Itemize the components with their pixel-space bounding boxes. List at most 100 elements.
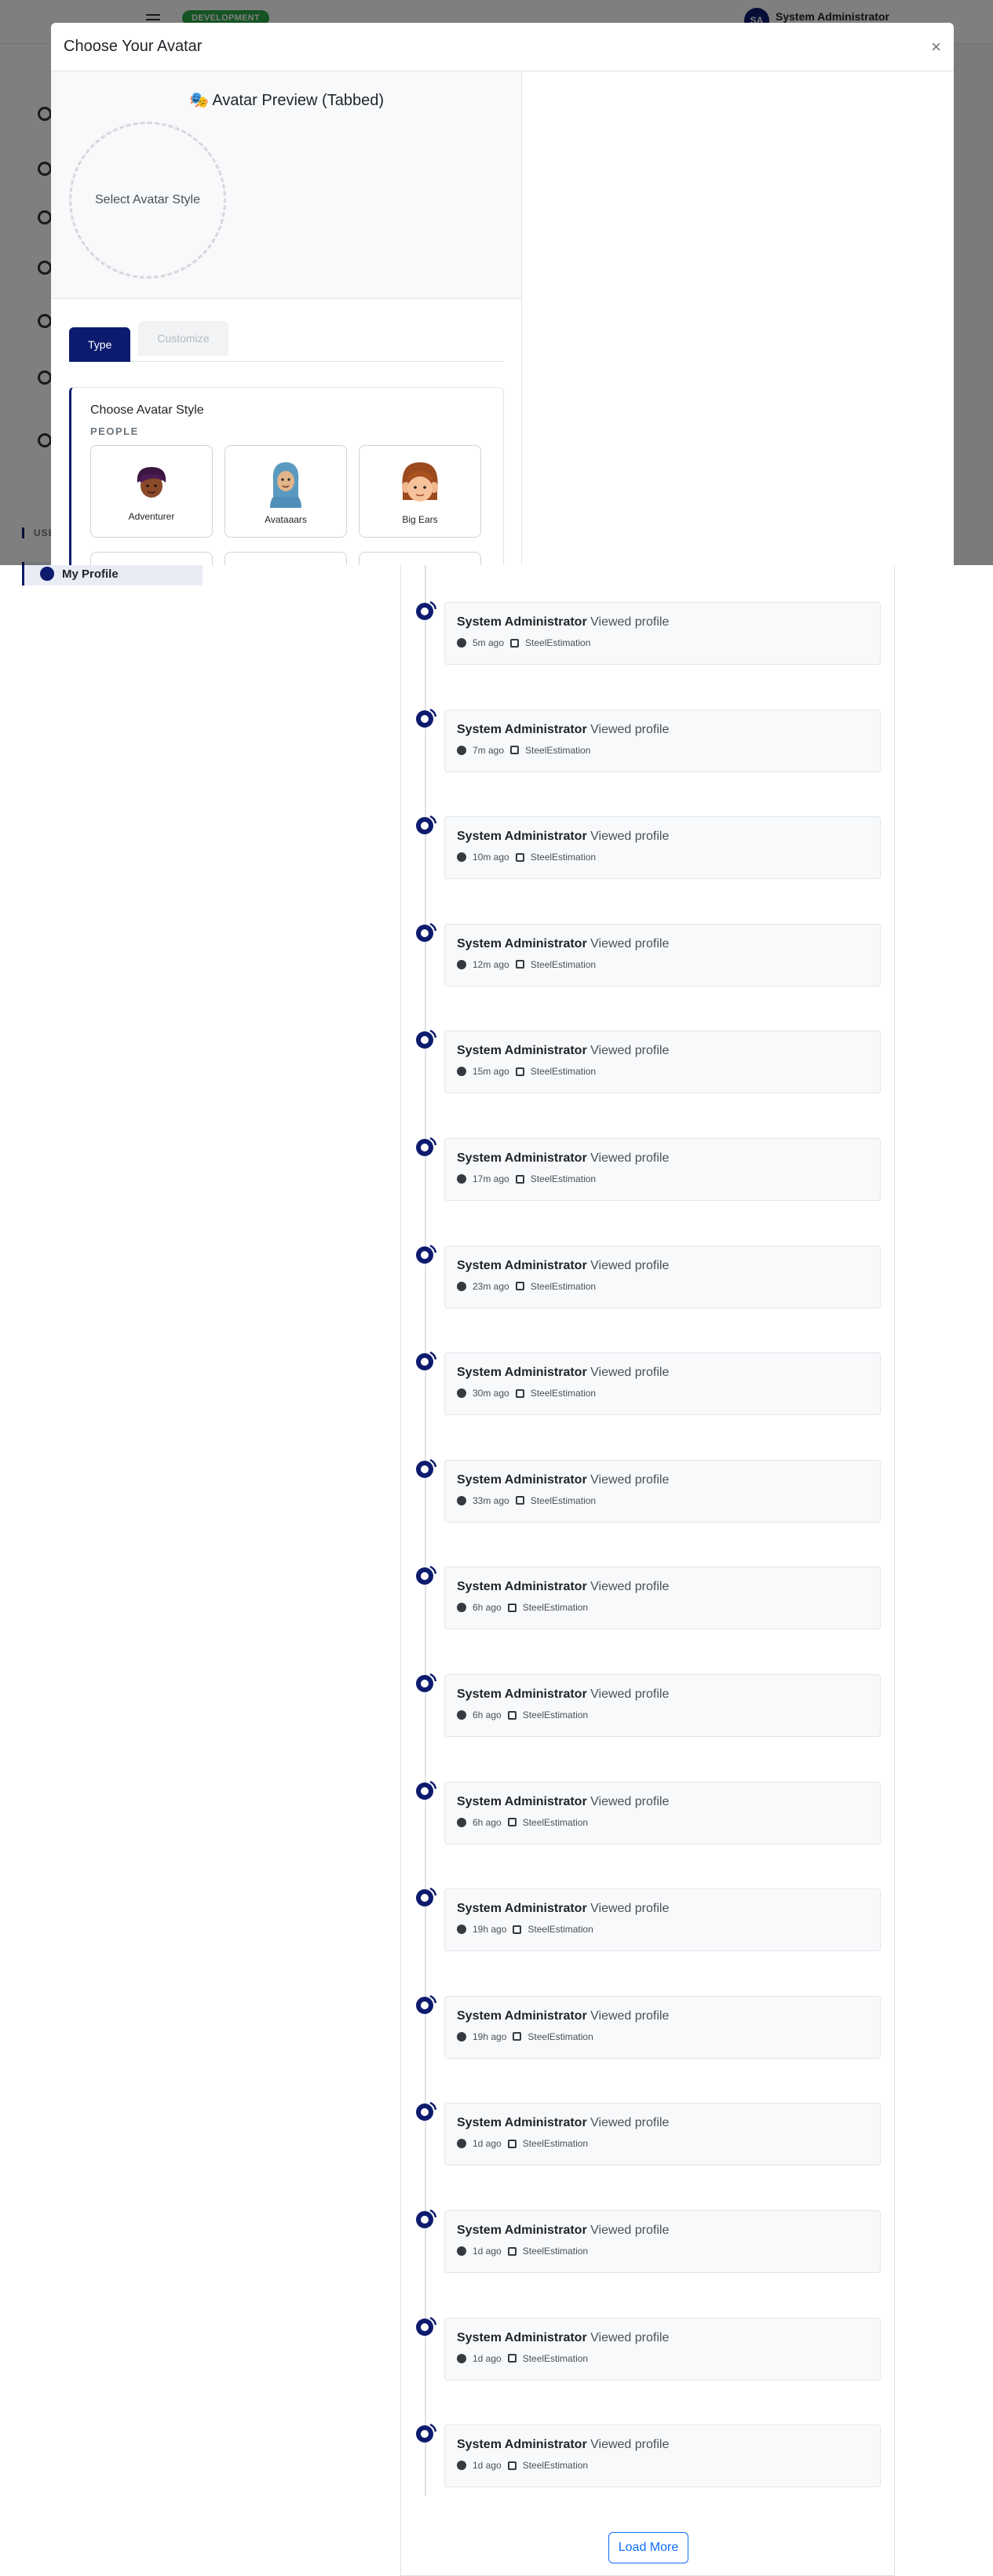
tab-type[interactable]: Type	[69, 327, 131, 362]
activity-time: 23m ago	[473, 1280, 509, 1292]
timeline-item: System Administrator Viewed profile 23m a…	[401, 1235, 896, 1308]
modal-title: Choose Your Avatar	[64, 38, 203, 55]
clock-icon	[457, 2246, 466, 2256]
clock-icon	[457, 1067, 466, 1077]
tab-customize[interactable]: Customize	[138, 321, 228, 356]
timeline-entry: System Administrator Viewed profile 6h ag…	[444, 1674, 881, 1737]
activity-actor: System Administrator	[457, 830, 587, 844]
timeline-item: System Administrator Viewed profile 1d ag…	[401, 2093, 896, 2166]
activity-time: 5m ago	[473, 637, 505, 648]
load-more-button[interactable]: Load More	[608, 2532, 688, 2563]
preview-placeholder: Select Avatar Style	[95, 193, 200, 206]
app-icon	[507, 2354, 517, 2363]
activity-action: Viewed profile	[590, 2438, 670, 2452]
timeline-entry: System Administrator Viewed profile 30m a…	[444, 1352, 881, 1416]
activity-time: 19h ago	[473, 1924, 507, 1936]
activity-time: 1d ago	[473, 2246, 502, 2257]
app-icon	[515, 1282, 524, 1291]
clock-icon	[457, 1710, 466, 1720]
timeline-entry: System Administrator Viewed profile 19h a…	[444, 1995, 881, 2059]
activity-time: 1d ago	[473, 2460, 502, 2472]
app-icon	[507, 2461, 517, 2470]
preview-title: 🎭 Avatar Preview (Tabbed)	[189, 92, 384, 109]
timeline-entry: System Administrator Viewed profile 5m ag…	[444, 602, 881, 665]
app-icon	[515, 1388, 524, 1398]
activity-actor: System Administrator	[457, 2330, 587, 2344]
activity-time: 6h ago	[473, 1816, 502, 1828]
activity-time: 1d ago	[473, 2138, 502, 2150]
timeline-item: System Administrator Viewed profile 1d ag…	[401, 2308, 896, 2381]
timeline-item: System Administrator Viewed profile 6h ag…	[401, 1771, 896, 1844]
timeline-item: System Administrator Viewed profile 5m ag…	[401, 592, 896, 665]
app-icon	[510, 638, 520, 648]
activity-action: Viewed profile	[590, 1688, 670, 1701]
activity-action: Viewed profile	[590, 722, 670, 736]
styles-group-label: PEOPLE	[90, 425, 139, 437]
style-card[interactable]	[359, 552, 481, 565]
app-icon	[515, 852, 524, 862]
activity-icon	[414, 600, 438, 623]
timeline-entry: System Administrator Viewed profile 7m ag…	[444, 709, 881, 772]
app-icon	[513, 2032, 522, 2041]
modal-header: Choose Your Avatar ×	[51, 23, 954, 71]
activity-time: 7m ago	[473, 744, 505, 756]
timeline-entry: System Administrator Viewed profile 1d ag…	[444, 2425, 881, 2488]
activity-time: 17m ago	[473, 1173, 509, 1184]
timeline-entry: System Administrator Viewed profile 6h ag…	[444, 1567, 881, 1630]
activity-source: SteelEstimation	[530, 1173, 597, 1184]
style-card-avataaars[interactable]: Avataaars	[225, 445, 347, 538]
activity-action: Viewed profile	[590, 615, 670, 629]
activity-action: Viewed profile	[590, 1794, 670, 1808]
timeline-item: System Administrator Viewed profile 30m a…	[401, 1342, 896, 1416]
adventurer-avatar-icon	[137, 467, 166, 498]
activity-actor: System Administrator	[457, 1688, 587, 1701]
timeline-item: System Administrator Viewed profile 12m a…	[401, 914, 896, 987]
activity-source: SteelEstimation	[530, 852, 597, 863]
activity-icon	[414, 1672, 438, 1695]
style-card[interactable]	[225, 552, 347, 565]
activity-actor: System Administrator	[457, 722, 587, 736]
activity-actor: System Administrator	[457, 1366, 587, 1380]
activity-time: 30m ago	[473, 1388, 509, 1399]
activity-actor: System Administrator	[457, 2009, 587, 2023]
app-icon	[515, 1496, 524, 1505]
timeline-item: System Administrator Viewed profile 10m a…	[401, 806, 896, 880]
activity-source: SteelEstimation	[522, 2460, 589, 2472]
clock-icon	[457, 2031, 466, 2041]
avataaars-avatar-icon	[270, 462, 301, 508]
timeline-item: System Administrator Viewed profile 6h ag…	[401, 1664, 896, 1737]
timeline-item: System Administrator Viewed profile 19h a…	[401, 1986, 896, 2059]
activity-actor: System Administrator	[457, 2224, 587, 2237]
app-icon	[513, 1925, 522, 1934]
activity-time: 6h ago	[473, 1602, 502, 1614]
activity-action: Viewed profile	[590, 2330, 670, 2344]
app-icon	[510, 746, 520, 755]
avatar-preview-circle: Select Avatar Style	[69, 122, 226, 279]
activity-icon	[414, 814, 438, 837]
style-card[interactable]	[90, 552, 213, 565]
activity-icon	[414, 1564, 438, 1588]
activity-source: SteelEstimation	[525, 637, 591, 648]
timeline-item: System Administrator Viewed profile 19h a…	[401, 1878, 896, 1952]
avatar-modal: Choose Your Avatar × 🎭 Avatar Preview (T…	[51, 23, 954, 565]
style-label: Avataaars	[265, 514, 307, 525]
activity-time: 33m ago	[473, 1494, 509, 1506]
activity-actor: System Administrator	[457, 615, 587, 629]
activity-action: Viewed profile	[590, 830, 670, 844]
activity-icon	[414, 1458, 438, 1481]
style-card-big-ears[interactable]: Big Ears	[359, 445, 481, 538]
close-icon[interactable]: ×	[931, 38, 941, 56]
clock-icon	[457, 638, 466, 648]
activity-source: SteelEstimation	[530, 1388, 597, 1399]
style-label: Big Ears	[402, 514, 438, 525]
activity-action: Viewed profile	[590, 936, 670, 950]
activity-source: SteelEstimation	[525, 744, 591, 756]
activity-action: Viewed profile	[590, 2224, 670, 2237]
style-card-adventurer[interactable]: Adventurer	[90, 445, 213, 538]
timeline-entry: System Administrator Viewed profile 1d ag…	[444, 2103, 881, 2166]
activity-actor: System Administrator	[457, 1151, 587, 1165]
clock-icon	[457, 1495, 466, 1505]
timeline-entry: System Administrator Viewed profile 10m a…	[444, 816, 881, 880]
activity-source: SteelEstimation	[522, 2138, 589, 2150]
sidebar-item-my-profile[interactable]: My Profile	[22, 562, 203, 586]
